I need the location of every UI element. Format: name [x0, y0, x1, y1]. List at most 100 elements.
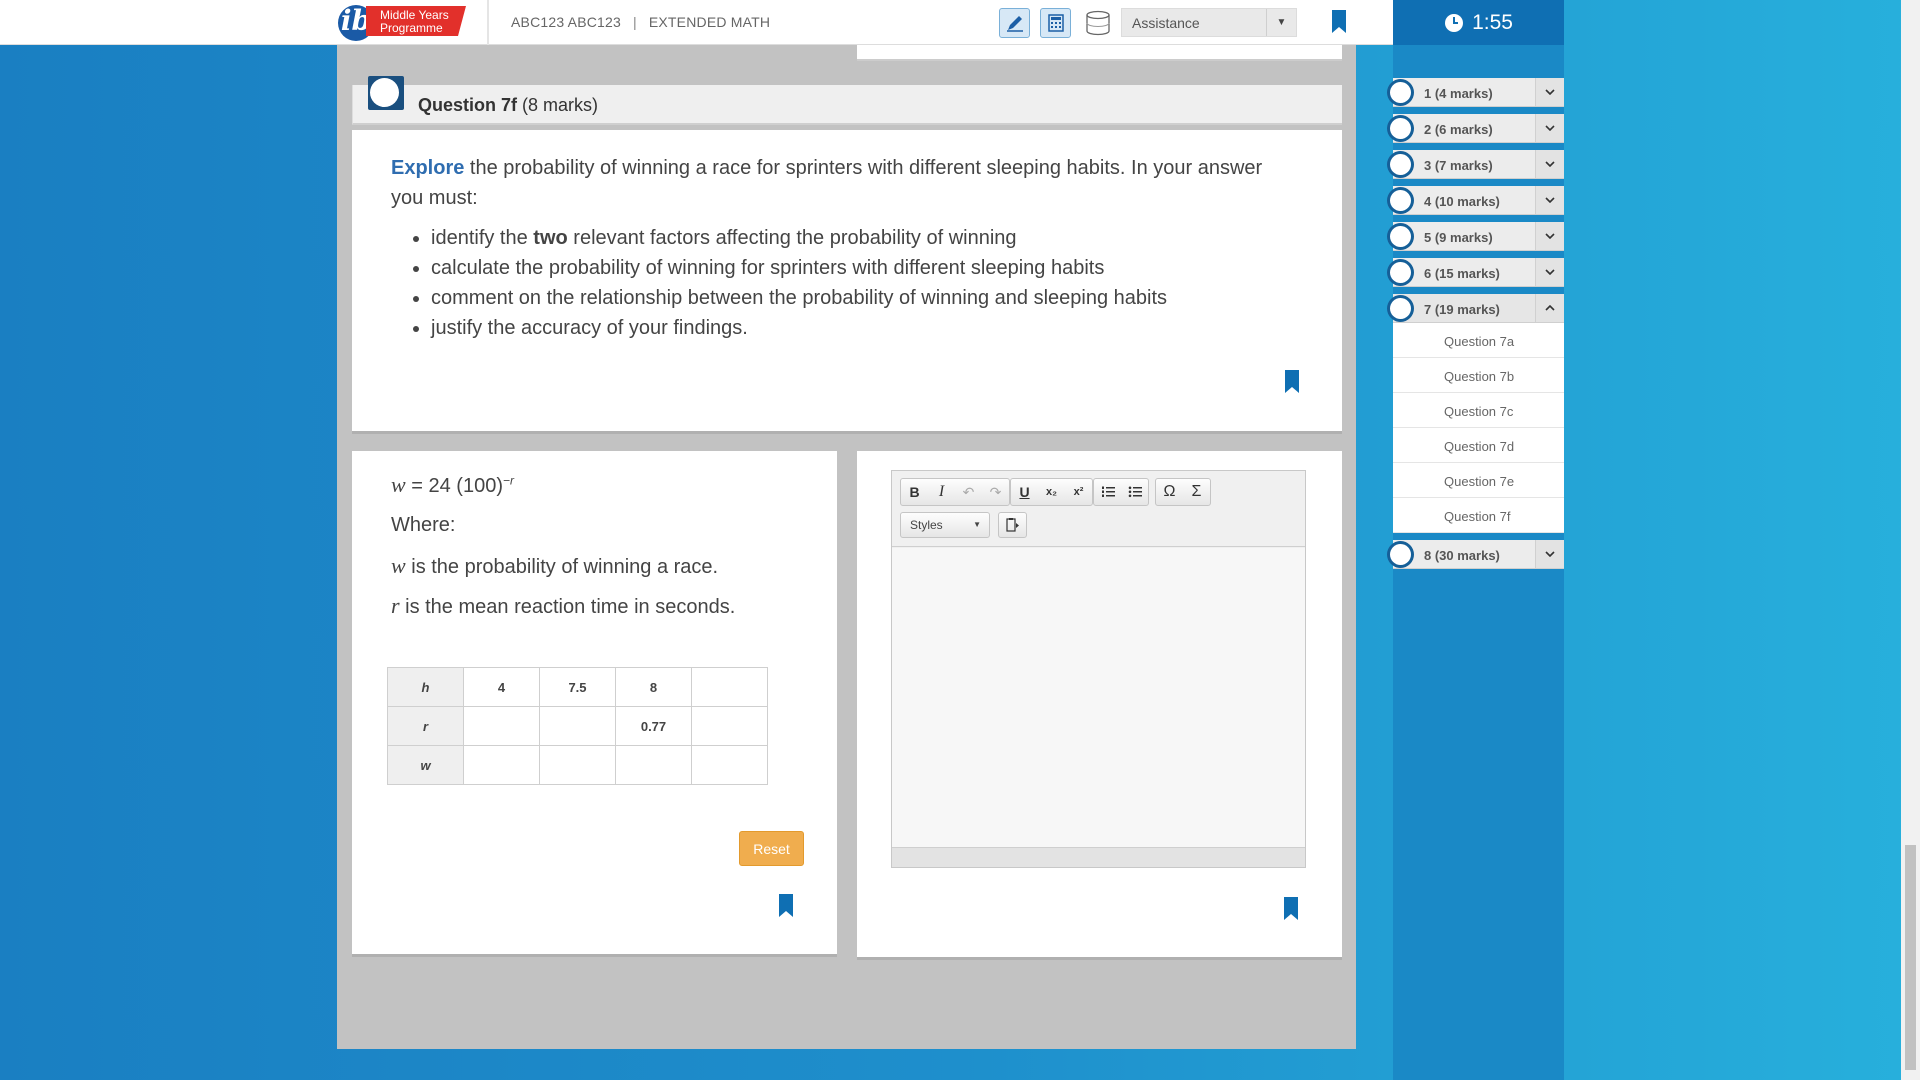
table-row: r 0.77 [387, 706, 768, 746]
table-cell[interactable] [691, 667, 768, 707]
bookmark-answer-button[interactable] [1283, 897, 1299, 926]
nav-item-4[interactable]: 4 (10 marks) [1387, 186, 1564, 215]
redo-button[interactable]: ↷ [982, 479, 1009, 505]
nav-item-1[interactable]: 1 (4 marks) [1387, 78, 1564, 107]
chevron-down-icon[interactable] [1535, 222, 1564, 250]
nav-item-7[interactable]: 7 (19 marks) [1387, 294, 1564, 323]
nav-item-2[interactable]: 2 (6 marks) [1387, 114, 1564, 143]
scrollbar-thumb[interactable] [1905, 845, 1916, 1070]
format-group: B I ↶ ↷ [900, 478, 1010, 506]
table-cell[interactable]: 7.5 [539, 667, 616, 707]
table-cell[interactable]: 8 [615, 667, 692, 707]
nav-item-8[interactable]: 8 (30 marks) [1387, 540, 1564, 569]
status-circle-icon [1387, 79, 1414, 106]
table-cell[interactable] [691, 745, 768, 785]
logo-line2: Programme [380, 21, 443, 35]
assistance-dropdown[interactable]: Assistance ▼ [1121, 8, 1297, 37]
redo-icon: ↷ [989, 483, 1002, 500]
underline-button[interactable]: U [1011, 479, 1038, 505]
table-cell[interactable]: 4 [463, 667, 540, 707]
formula-body: = 24 (100) [405, 475, 503, 497]
status-circle-icon [1387, 295, 1414, 322]
page-scrollbar[interactable] [1901, 0, 1920, 1080]
clock-icon [1445, 13, 1464, 32]
course-title: ABC123 ABC123 | EXTENDED MATH [511, 14, 770, 30]
editor-toolbar: B I ↶ ↷ U x₂ x² Ω Σ Styles ▼ [892, 471, 1305, 547]
table-header-cell: w [387, 745, 464, 785]
table-row: h 4 7.5 8 [387, 667, 768, 707]
where-label: Where: [391, 514, 456, 536]
list-group [1093, 478, 1149, 506]
undo-button[interactable]: ↶ [955, 479, 982, 505]
chevron-down-icon[interactable] [1535, 186, 1564, 214]
table-cell[interactable] [691, 706, 768, 746]
styles-dropdown[interactable]: Styles ▼ [900, 512, 990, 538]
bookmark-all-button[interactable] [1331, 10, 1347, 39]
calculator-button[interactable] [1040, 8, 1071, 38]
table-cell[interactable] [463, 745, 540, 785]
status-circle-icon [1387, 187, 1414, 214]
undo-icon: ↶ [962, 483, 975, 500]
status-circle-icon [1387, 541, 1414, 568]
subnav-item-7e[interactable]: Question 7e [1393, 463, 1564, 498]
nav-item-6[interactable]: 6 (15 marks) [1387, 258, 1564, 287]
bullet-list-icon [1128, 486, 1142, 498]
course-code: ABC123 ABC123 [511, 14, 622, 30]
course-separator: | [633, 14, 637, 30]
timer-value: 1:55 [1472, 10, 1513, 34]
formula-sheet-icon [1085, 10, 1110, 36]
subnav-item-7f[interactable]: Question 7f [1393, 498, 1564, 533]
intro-text: the probability of winning a race for sp… [391, 157, 1263, 209]
bookmark-question-button[interactable] [1284, 370, 1300, 399]
table-cell[interactable] [463, 706, 540, 746]
bullet-list-button[interactable] [1121, 479, 1148, 505]
table-cell[interactable]: 0.77 [615, 706, 692, 746]
question-navigator: 1 (4 marks) 2 (6 marks) 3 (7 marks) 4 (1… [1387, 78, 1564, 576]
question-status-badge [368, 76, 404, 110]
equation-button[interactable]: Σ [1183, 479, 1210, 505]
paste-text-button[interactable] [998, 512, 1027, 538]
table-cell[interactable] [539, 745, 616, 785]
script-group: U x₂ x² [1010, 478, 1093, 506]
reset-button[interactable]: Reset [739, 831, 804, 866]
chevron-down-icon[interactable] [1535, 78, 1564, 106]
subnav-item-7a[interactable]: Question 7a [1393, 323, 1564, 358]
paste-icon [1005, 518, 1019, 532]
table-cell[interactable] [539, 706, 616, 746]
formula: w = 24 (100)−r [391, 472, 514, 498]
pen-tool-button[interactable] [999, 8, 1030, 38]
timer: 1:55 [1393, 0, 1564, 45]
nav-item-3[interactable]: 3 (7 marks) [1387, 150, 1564, 179]
table-header-cell: r [387, 706, 464, 746]
chevron-down-icon[interactable] [1535, 150, 1564, 178]
status-circle-icon [1387, 115, 1414, 142]
bold-button[interactable]: B [901, 479, 928, 505]
italic-button[interactable]: I [928, 479, 955, 505]
chevron-down-icon[interactable] [1535, 258, 1564, 286]
nav-item-5[interactable]: 5 (9 marks) [1387, 222, 1564, 251]
subnav-item-7b[interactable]: Question 7b [1393, 358, 1564, 393]
formula-sheet-button[interactable] [1082, 8, 1113, 38]
calculator-icon [1047, 14, 1064, 32]
command-term: Explore [391, 157, 465, 179]
data-table: h 4 7.5 8 r 0.77 w [387, 667, 768, 785]
styles-label: Styles [910, 518, 943, 532]
bookmark-stimulus-button[interactable] [778, 894, 794, 923]
special-character-button[interactable]: Ω [1156, 479, 1183, 505]
superscript-button[interactable]: x² [1065, 479, 1092, 505]
ib-logo: ib Middle Years Programme [338, 3, 468, 41]
chevron-down-icon[interactable] [1535, 540, 1564, 568]
numbered-list-icon [1101, 486, 1115, 497]
table-cell[interactable] [615, 745, 692, 785]
subnav-item-7d[interactable]: Question 7d [1393, 428, 1564, 463]
chevron-down-icon[interactable] [1535, 114, 1564, 142]
answer-text-area[interactable] [892, 548, 1305, 848]
table-header-cell: h [387, 667, 464, 707]
answer-card: B I ↶ ↷ U x₂ x² Ω Σ Styles ▼ [857, 451, 1342, 960]
numbered-list-button[interactable] [1094, 479, 1121, 505]
subnav-item-7c[interactable]: Question 7c [1393, 393, 1564, 428]
chevron-up-icon[interactable] [1535, 294, 1564, 322]
bookmark-icon [1284, 897, 1298, 920]
w-definition: w is the probability of winning a race. [391, 553, 719, 578]
subscript-button[interactable]: x₂ [1038, 479, 1065, 505]
